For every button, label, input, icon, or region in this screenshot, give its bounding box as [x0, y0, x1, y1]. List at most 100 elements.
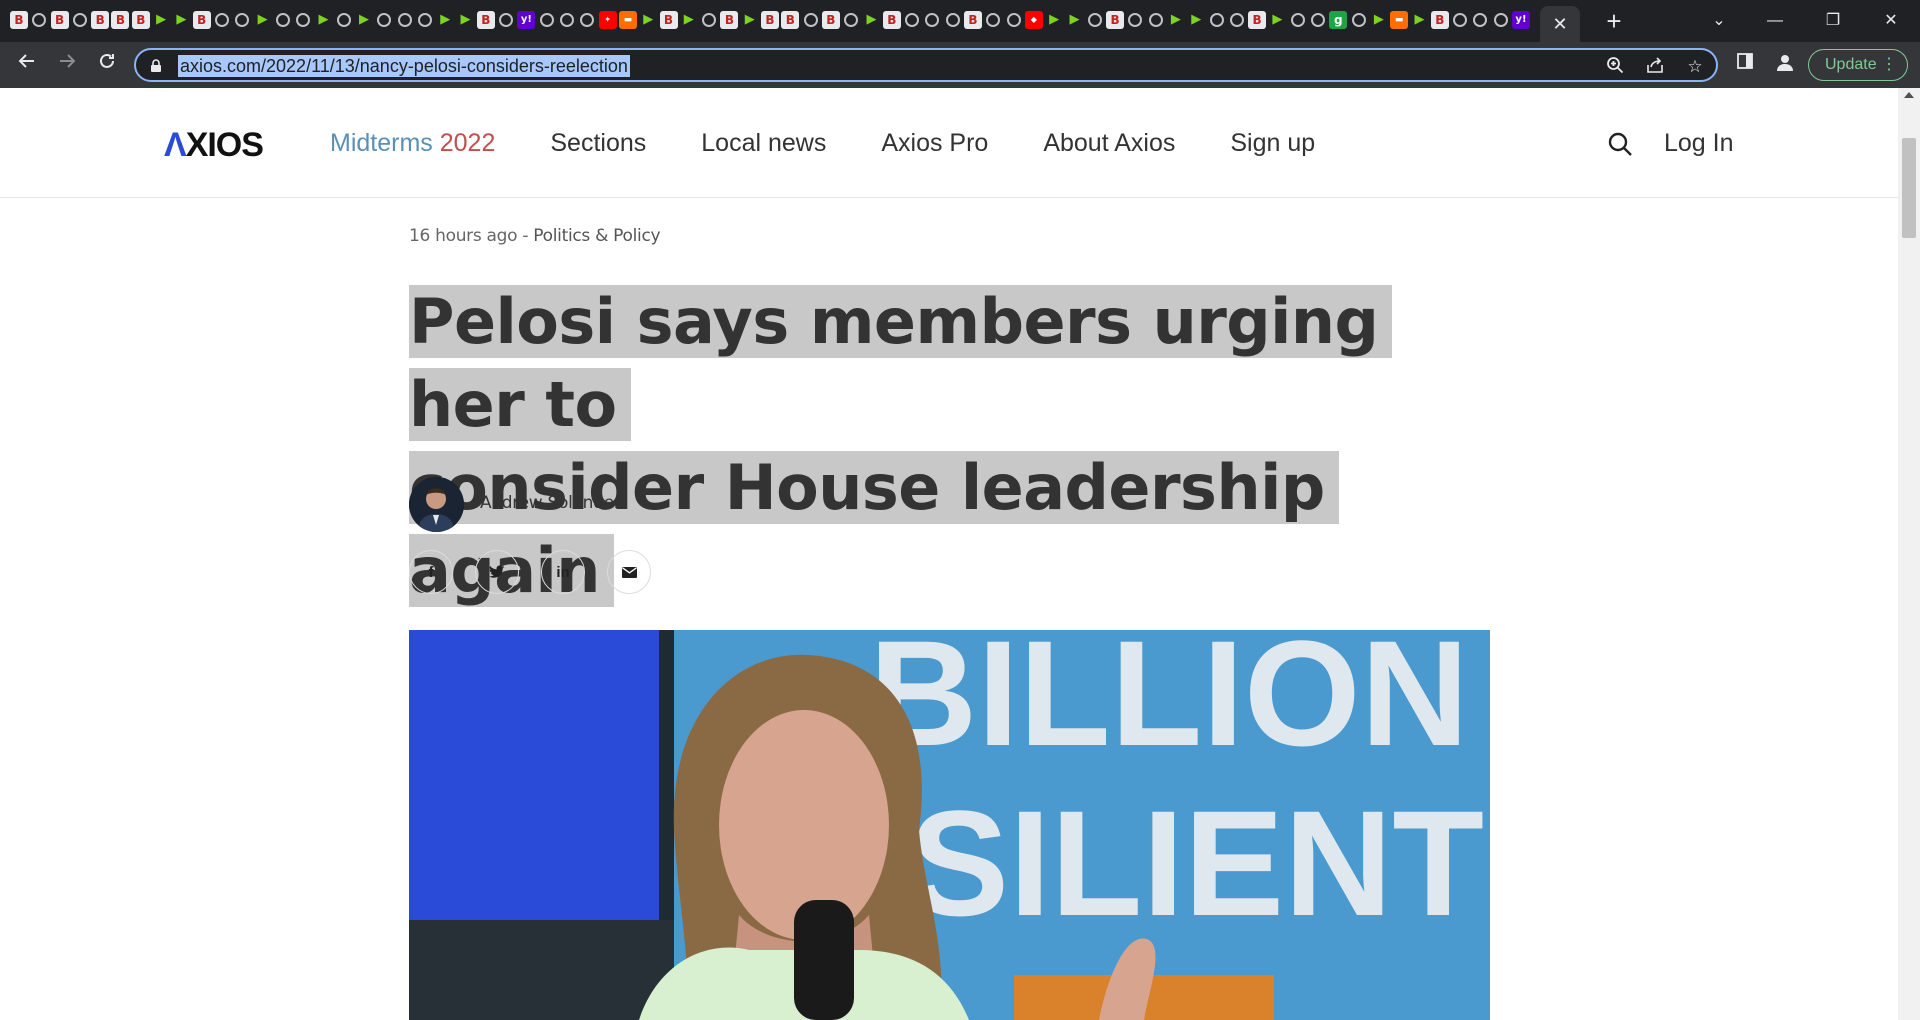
tab-favicon-13[interactable] [275, 13, 290, 27]
tab-favicon-74[interactable]: y! [1511, 11, 1530, 29]
tab-favicon-47[interactable]: B [963, 11, 982, 29]
tab-favicon-37[interactable]: B [760, 11, 779, 29]
tab-favicon-55[interactable] [1128, 13, 1143, 27]
tab-favicon-31[interactable]: ▶ [639, 11, 657, 29]
author-avatar[interactable] [409, 477, 464, 532]
tab-favicon-66[interactable] [1351, 13, 1366, 27]
more-menu-icon[interactable]: ⋮ [1881, 50, 1897, 80]
tab-favicon-58[interactable]: ▶ [1187, 11, 1205, 29]
tab-favicon-25[interactable]: y! [517, 11, 536, 29]
nav-midterms-2022[interactable]: Midterms 2022 [330, 126, 495, 160]
tab-favicon-54[interactable]: B [1106, 11, 1125, 29]
tab-favicon-24[interactable] [499, 13, 514, 27]
author-name[interactable]: Andrew Solender [480, 493, 621, 513]
side-panel-icon[interactable] [1732, 52, 1758, 78]
tab-favicon-26[interactable] [539, 13, 554, 27]
tab-favicon-34[interactable] [702, 13, 717, 27]
tab-favicon-5[interactable]: B [111, 11, 130, 29]
tab-favicon-69[interactable]: ▶ [1410, 11, 1428, 29]
nav-axios-pro[interactable]: Axios Pro [881, 126, 988, 160]
tab-favicon-65[interactable]: g [1329, 11, 1348, 29]
tab-favicon-27[interactable] [560, 13, 575, 27]
section-link[interactable]: Politics & Policy [533, 226, 660, 246]
tab-favicon-2[interactable]: B [50, 11, 69, 29]
tab-favicon-46[interactable] [945, 13, 960, 27]
restore-button[interactable]: ❐ [1810, 6, 1856, 36]
tab-favicon-28[interactable] [580, 13, 595, 27]
nav-sections[interactable]: Sections [550, 126, 646, 160]
close-window-button[interactable]: ✕ [1868, 6, 1914, 36]
share-linkedin-button[interactable]: in [541, 550, 585, 594]
tab-favicon-60[interactable] [1229, 13, 1244, 27]
tab-favicon-10[interactable] [214, 13, 229, 27]
reload-button[interactable] [92, 50, 122, 80]
tab-favicon-35[interactable]: B [720, 11, 739, 29]
tab-favicon-29[interactable]: ✦ [598, 11, 617, 29]
tab-favicon-0[interactable]: B [10, 11, 28, 29]
tab-favicon-33[interactable]: ▶ [680, 11, 698, 29]
tab-favicon-1[interactable] [32, 13, 47, 27]
tab-favicon-19[interactable] [397, 13, 412, 27]
scroll-up-arrow-icon[interactable] [1904, 92, 1914, 98]
close-tab-icon[interactable]: ✕ [1552, 14, 1567, 35]
tab-favicon-32[interactable]: B [659, 11, 678, 29]
tab-favicon-6[interactable]: B [131, 11, 150, 29]
page-scrollbar[interactable] [1898, 88, 1920, 1020]
nav-local-news[interactable]: Local news [701, 126, 826, 160]
tab-favicon-56[interactable] [1148, 13, 1163, 27]
zoom-icon[interactable] [1604, 56, 1626, 78]
active-tab[interactable]: ✕ [1540, 6, 1580, 42]
tab-favicon-22[interactable]: ▶ [457, 11, 475, 29]
tab-favicon-16[interactable] [336, 13, 351, 27]
update-button[interactable]: Update ⋮ [1808, 49, 1908, 81]
tab-favicon-71[interactable] [1453, 13, 1468, 27]
tab-favicon-14[interactable] [296, 13, 311, 27]
axios-logo[interactable]: ΛXIOS [164, 126, 264, 165]
tab-favicon-67[interactable]: ▶ [1370, 11, 1388, 29]
tab-favicon-72[interactable] [1473, 13, 1488, 27]
tab-favicon-7[interactable]: ▶ [152, 11, 170, 29]
tab-favicon-52[interactable]: ▶ [1065, 11, 1083, 29]
search-icon[interactable] [1606, 130, 1634, 158]
share-twitter-button[interactable] [475, 550, 519, 594]
tab-favicon-23[interactable]: B [476, 11, 495, 29]
tab-favicon-18[interactable] [377, 13, 392, 27]
tab-search-icon[interactable]: ⌄ [1696, 6, 1742, 36]
back-button[interactable] [12, 50, 42, 80]
share-email-button[interactable] [607, 550, 651, 594]
share-icon[interactable] [1644, 56, 1666, 78]
address-bar[interactable]: axios.com/2022/11/13/nancy-pelosi-consid… [134, 48, 1718, 82]
tab-favicon-39[interactable] [803, 13, 818, 27]
scroll-thumb[interactable] [1902, 138, 1916, 238]
tab-favicon-17[interactable]: ▶ [355, 11, 373, 29]
tab-favicon-4[interactable]: B [91, 11, 110, 29]
nav-about-axios[interactable]: About Axios [1043, 126, 1175, 160]
tab-favicon-11[interactable] [235, 13, 250, 27]
tab-favicon-61[interactable]: B [1248, 11, 1267, 29]
tab-favicon-41[interactable] [844, 13, 859, 27]
tab-favicon-49[interactable] [1006, 13, 1021, 27]
tab-favicon-44[interactable] [905, 13, 920, 27]
tab-favicon-57[interactable]: ▶ [1167, 11, 1185, 29]
tab-favicon-12[interactable]: ▶ [254, 11, 272, 29]
tab-favicon-8[interactable]: ▶ [172, 11, 190, 29]
tab-favicon-15[interactable]: ▶ [314, 11, 332, 29]
log-in-link[interactable]: Log In [1664, 126, 1734, 160]
tab-favicon-50[interactable]: ◆ [1024, 11, 1043, 29]
tab-favicon-3[interactable] [72, 13, 87, 27]
tab-favicon-62[interactable]: ▶ [1268, 11, 1286, 29]
tab-favicon-40[interactable]: B [821, 11, 840, 29]
tab-favicon-9[interactable]: B [192, 11, 211, 29]
tab-favicon-36[interactable]: ▶ [741, 11, 759, 29]
tab-favicon-38[interactable]: B [781, 11, 800, 29]
tab-favicon-68[interactable]: ▬ [1390, 11, 1409, 29]
tab-favicon-43[interactable]: B [882, 11, 901, 29]
tab-favicon-70[interactable]: B [1430, 11, 1449, 29]
url-text[interactable]: axios.com/2022/11/13/nancy-pelosi-consid… [178, 55, 630, 77]
tab-favicon-45[interactable] [925, 13, 940, 27]
tab-favicon-42[interactable]: ▶ [862, 11, 880, 29]
new-tab-button[interactable]: + [1600, 8, 1628, 36]
minimize-button[interactable]: — [1752, 6, 1798, 36]
share-facebook-button[interactable]: f [409, 550, 453, 594]
tab-favicon-30[interactable]: ▬ [618, 11, 637, 29]
